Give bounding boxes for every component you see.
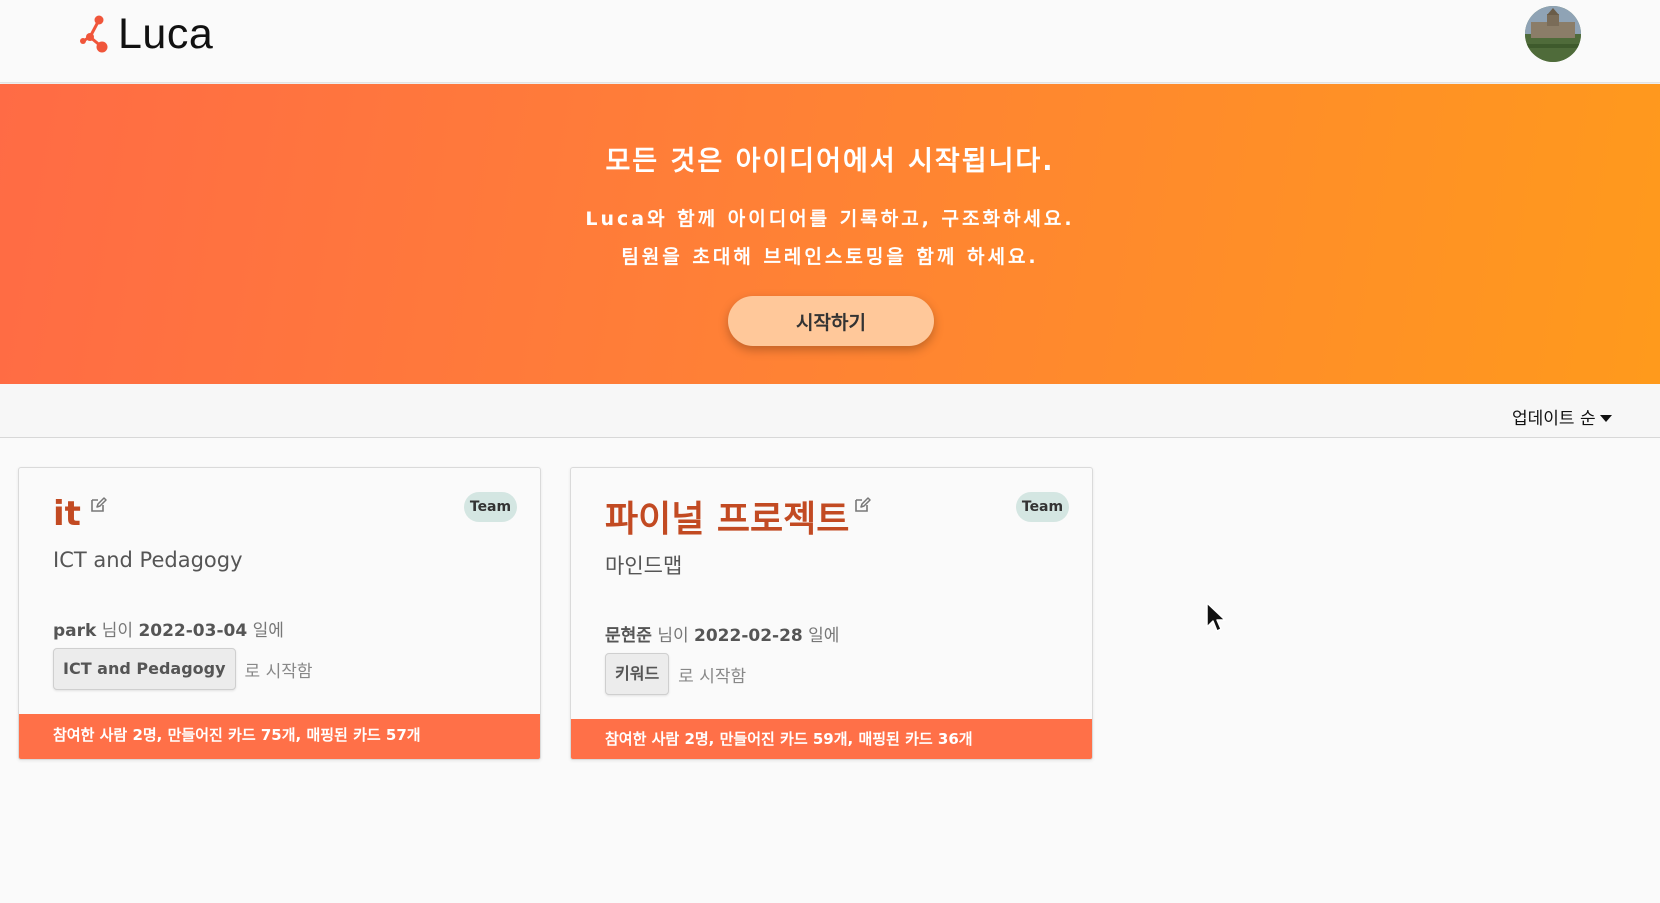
card-stats-footer: 참여한 사람 2명, 만들어진 카드 59개, 매핑된 카드 36개 [571,719,1092,759]
team-badge: Team [464,492,517,522]
keyword-row: 키워드 로 시작함 [605,653,746,695]
edit-icon[interactable] [89,496,107,514]
date-suffix: 일에 [808,626,840,646]
molecule-logo-icon [80,15,108,53]
hero-subtitle-line2: 팀원을 초대해 브레인스토밍을 함께 하세요. [621,246,1039,268]
card-subtitle: 마인드맵 [605,554,683,578]
author-suffix: 님이 [657,626,689,646]
hero-subtitle-line1: Luca와 함께 아이디어를 기록하고, 구조화하세요. [585,208,1075,230]
sort-bar: 업데이트 순 [0,384,1660,438]
top-navigation-bar: Luca [0,0,1660,83]
edit-icon[interactable] [853,496,871,514]
card-meta: 문현준 님이 2022-02-28 일에 [605,621,839,646]
hero-banner: 모든 것은 아이디어에서 시작됩니다. Luca와 함께 아이디어를 기록하고,… [0,84,1660,384]
sort-label: 업데이트 순 [1512,409,1596,429]
card-stats-footer: 참여한 사람 2명, 만들어진 카드 75개, 매핑된 카드 57개 [19,714,540,759]
card-title: 파이널 프로젝트 [605,499,850,540]
caret-down-icon [1599,415,1612,422]
keyword-chip: 키워드 [605,653,670,695]
created-date: 2022-03-04 [138,621,248,641]
project-card[interactable]: 파이널 프로젝트 Team 마인드맵 문현준 님이 2022-02-28 일에 … [570,467,1093,760]
author-name: park [53,621,97,641]
card-subtitle: ICT and Pedagogy [53,548,243,572]
author-name: 문현준 [605,626,652,646]
sort-dropdown[interactable]: 업데이트 순 [1512,404,1612,429]
keyword-row: ICT and Pedagogy 로 시작함 [53,648,313,690]
card-meta: park 님이 2022-03-04 일에 [53,616,284,641]
created-date: 2022-02-28 [694,626,803,646]
project-card[interactable]: it Team ICT and Pedagogy park 님이 2022-03… [18,467,541,760]
team-badge: Team [1016,492,1069,522]
avatar-image [1525,6,1581,62]
date-suffix: 일에 [252,621,284,641]
start-button[interactable]: 시작하기 [728,296,934,346]
mouse-pointer-icon [1206,602,1226,632]
card-title: it [53,494,81,534]
hero-title: 모든 것은 아이디어에서 시작됩니다. [605,146,1055,177]
keyword-chip: ICT and Pedagogy [53,648,236,690]
luca-logo[interactable]: Luca [80,12,213,56]
user-avatar[interactable] [1525,6,1581,62]
author-suffix: 님이 [101,621,134,641]
keyword-suffix: 로 시작함 [244,661,313,682]
logo-text: Luca [118,10,214,58]
keyword-suffix: 로 시작함 [678,666,747,687]
